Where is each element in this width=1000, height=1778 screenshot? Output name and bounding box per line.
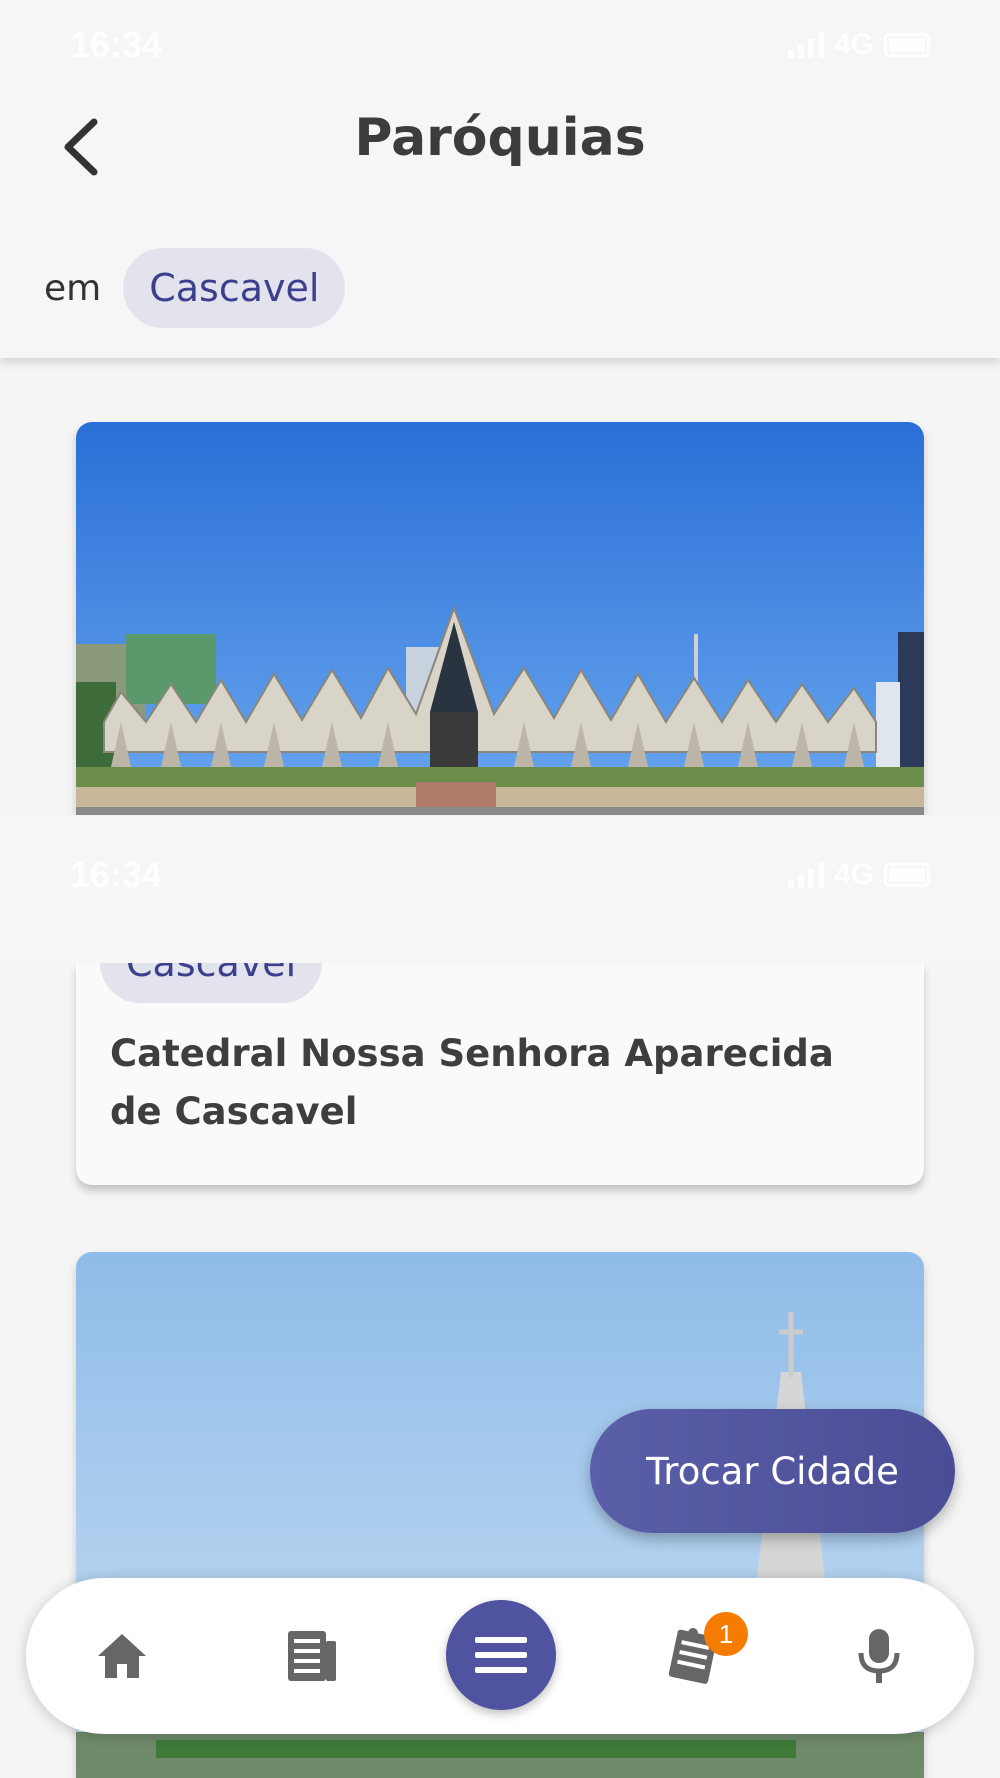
status-time: 16:34 — [70, 854, 163, 895]
status-bar: 16:34 4G — [0, 0, 1000, 90]
signal-icon — [787, 32, 824, 58]
status-time: 16:34 — [70, 24, 163, 65]
parish-card-image[interactable] — [76, 422, 924, 815]
network-type: 4G — [833, 858, 874, 891]
nav-notes[interactable] — [634, 1578, 754, 1734]
news-icon — [288, 1631, 336, 1681]
overlay-header-strip: 16:34 4G — [0, 815, 1000, 963]
app-header: 16:34 4G Paróquias em Cascavel — [0, 0, 1000, 358]
city-chip[interactable]: Cascavel — [123, 248, 346, 328]
nav-voice[interactable] — [819, 1578, 939, 1734]
notification-badge: 1 — [704, 1612, 748, 1656]
nav-home[interactable] — [62, 1578, 182, 1734]
status-bar-duplicate: 16:34 4G — [0, 815, 1000, 935]
home-icon — [98, 1634, 146, 1678]
signal-icon — [787, 862, 824, 888]
nav-menu-button[interactable] — [446, 1600, 556, 1710]
microphone-icon — [858, 1629, 900, 1683]
battery-icon — [884, 863, 930, 887]
bottom-navigation: 1 — [26, 1578, 974, 1734]
battery-icon — [884, 33, 930, 57]
menu-icon — [475, 1637, 527, 1673]
card-title: Catedral Nossa Senhora Aparecida de Casc… — [110, 1032, 834, 1133]
city-selector: em Cascavel — [44, 248, 346, 328]
nav-news[interactable] — [252, 1578, 372, 1734]
change-city-button[interactable]: Trocar Cidade — [590, 1409, 955, 1533]
card-city-chip: Cascavel — [100, 963, 323, 1003]
network-type: 4G — [833, 28, 874, 61]
parish-card[interactable]: Cascavel Catedral Nossa Senhora Aparecid… — [76, 963, 924, 1185]
page-title: Paróquias — [354, 108, 646, 168]
city-prefix-label: em — [44, 267, 102, 309]
cathedral-photo — [76, 422, 924, 815]
